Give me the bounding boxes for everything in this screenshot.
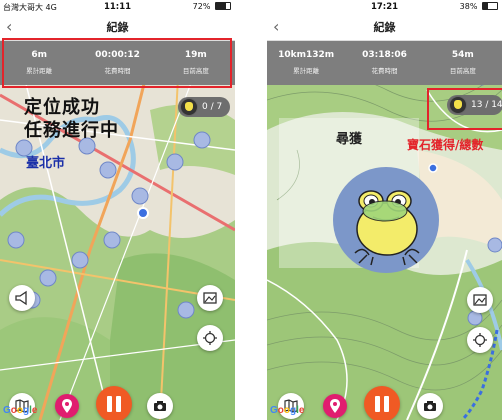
- image-icon: [203, 292, 217, 304]
- page-title: 紀錄: [373, 21, 396, 34]
- stat-value: 6m: [31, 50, 47, 60]
- annotation-line-1: 定位成功: [24, 97, 100, 118]
- stat-altitude: 19m 目前高度: [157, 41, 235, 85]
- stat-distance: 6m 累計距離: [0, 41, 78, 85]
- mark-location-button[interactable]: [323, 394, 347, 418]
- left-screen: 台灣大哥大 4G 11:11 72% ‹ 紀錄 6m 累計距離 00:00:12…: [0, 0, 235, 420]
- battery-icon: [482, 2, 498, 10]
- google-logo: Google: [3, 405, 38, 416]
- pause-button[interactable]: [96, 386, 132, 420]
- location-pin-icon: [330, 399, 340, 413]
- battery-icon: [215, 2, 231, 10]
- gem-count: 13 / 14: [471, 100, 502, 110]
- gem-counter: 13 / 14: [447, 95, 502, 115]
- crosshair-icon: [473, 333, 487, 347]
- pause-button[interactable]: [364, 386, 400, 420]
- stats-bar: 6m 累計距離 00:00:12 花費時間 19m 目前高度: [0, 41, 235, 85]
- stat-time: 00:00:12 花費時間: [78, 41, 156, 85]
- city-label: 臺北市: [26, 156, 66, 171]
- stat-label: 花費時間: [371, 67, 398, 75]
- nav-bar: ‹ 紀錄: [0, 14, 235, 41]
- status-bar: 17:21 38%: [267, 0, 502, 14]
- image-icon: [473, 294, 487, 306]
- stat-distance: 10km132m 累計距離: [267, 41, 345, 85]
- page-title: 紀錄: [106, 21, 129, 34]
- crosshair-icon: [203, 331, 217, 345]
- gem-icon: [449, 96, 467, 114]
- frog-icon: [354, 190, 420, 266]
- locate-button[interactable]: [467, 327, 493, 353]
- stat-label: 目前高度: [449, 67, 476, 75]
- gem-count: 0 / 7: [202, 102, 223, 112]
- locate-button[interactable]: [197, 325, 223, 351]
- stat-label: 累計距離: [26, 67, 53, 75]
- stat-value: 54m: [451, 50, 474, 60]
- status-bar: 台灣大哥大 4G 11:11 72%: [0, 0, 235, 14]
- found-gem-image: [333, 167, 439, 273]
- gem-counter: 0 / 7: [178, 97, 230, 117]
- megaphone-icon: [15, 290, 27, 306]
- battery-percent: 72%: [192, 2, 211, 11]
- stat-time: 03:18:06 花費時間: [345, 41, 423, 85]
- battery-percent: 38%: [459, 2, 478, 11]
- announce-button[interactable]: [9, 285, 35, 311]
- location-pin-icon: [62, 399, 72, 413]
- nav-bar: ‹ 紀錄: [267, 14, 502, 41]
- battery-indicator: 72%: [193, 2, 231, 11]
- camera-button[interactable]: [147, 393, 173, 419]
- stat-value: 00:00:12: [95, 50, 140, 60]
- stats-bar: 10km132m 累計距離 03:18:06 花費時間 54m 目前高度: [267, 41, 502, 85]
- mark-location-button[interactable]: [55, 394, 79, 418]
- stat-value: 10km132m: [278, 50, 335, 60]
- stat-label: 目前高度: [182, 67, 209, 75]
- right-screen: 17:21 38% ‹ 紀錄 10km132m 累計距離 03:18:06 花費…: [267, 0, 502, 420]
- camera-icon: [154, 401, 166, 411]
- gem-count-annotation: 寶石獲得/總數: [407, 138, 484, 152]
- layers-button[interactable]: [197, 285, 223, 311]
- layers-button[interactable]: [467, 287, 493, 313]
- stat-value: 03:18:06: [362, 50, 407, 60]
- google-logo: Google: [270, 405, 305, 416]
- gem-icon: [180, 98, 198, 116]
- annotation-line-2: 任務進行中: [24, 120, 119, 141]
- stat-label: 累計距離: [293, 67, 320, 75]
- battery-indicator: 38%: [460, 2, 498, 11]
- camera-icon: [424, 401, 436, 411]
- modal-title: 尋獲: [335, 132, 362, 147]
- stat-label: 花費時間: [104, 67, 131, 75]
- stat-altitude: 54m 目前高度: [424, 41, 502, 85]
- status-annotation: 定位成功 任務進行中: [24, 96, 119, 142]
- stat-value: 19m: [184, 50, 207, 60]
- camera-button[interactable]: [417, 393, 443, 419]
